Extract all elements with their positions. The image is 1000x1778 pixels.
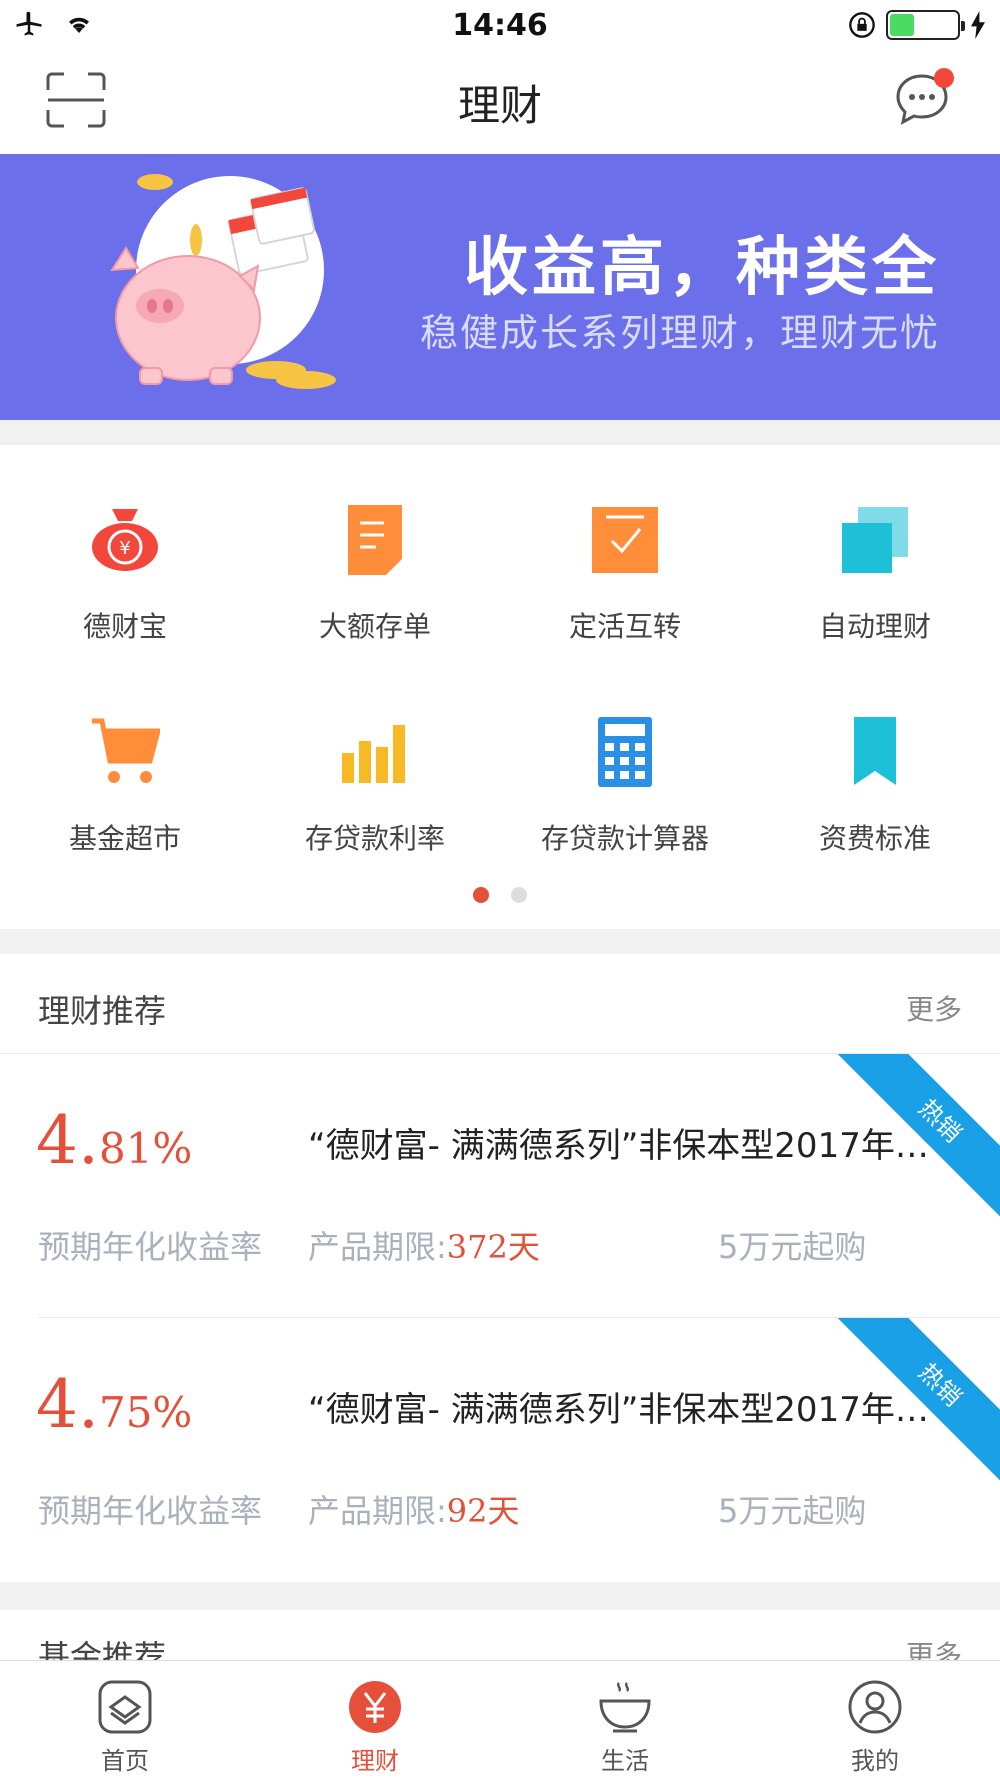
expected-rate: 4.75% xyxy=(36,1366,193,1443)
tab-bar: 首页 理财 生活 我的 xyxy=(0,1660,1000,1778)
grid-item-fee-standard[interactable]: 资费标准 xyxy=(750,717,1000,857)
calculator-icon xyxy=(598,717,652,787)
more-link[interactable]: 更多 xyxy=(906,988,962,1028)
page-title: 理财 xyxy=(457,81,542,130)
bookmark-icon xyxy=(854,717,896,785)
banner-title: 收益高，种类全 xyxy=(464,231,940,305)
yuan-icon xyxy=(349,1681,401,1733)
home-icon xyxy=(98,1680,152,1734)
section-header: 理财推荐 更多 xyxy=(0,954,1000,1054)
tab-label: 生活 xyxy=(601,1747,649,1775)
promo-banner[interactable]: 收益高，种类全 稳健成长系列理财，理财无忧 xyxy=(0,154,1000,420)
tab-life[interactable]: 生活 xyxy=(500,1661,750,1778)
product-card[interactable]: 4.75% “德财富- 满满德系列”非保本型2017年… 预期年化收益率 产品期… xyxy=(0,1318,1000,1582)
min-purchase: 5万元起购 xyxy=(718,1228,867,1266)
product-card[interactable]: 4.81% “德财富- 满满德系列”非保本型2017年… 预期年化收益率 产品期… xyxy=(0,1054,1000,1318)
tab-finance[interactable]: 理财 xyxy=(250,1661,500,1778)
product-name: “德财富- 满满德系列”非保本型2017年… xyxy=(308,1126,929,1166)
product-term: 产品期限:92天 xyxy=(308,1492,520,1530)
grid-item-decaibao[interactable]: ¥ 德财宝 xyxy=(0,505,250,645)
tab-label: 理财 xyxy=(351,1747,399,1775)
grid-item-auto-finance[interactable]: 自动理财 xyxy=(750,505,1000,645)
tab-mine[interactable]: 我的 xyxy=(750,1661,1000,1778)
rotation-lock-icon xyxy=(849,12,875,38)
grid-label: 自动理财 xyxy=(818,610,931,643)
grid-label: 德财宝 xyxy=(82,610,167,643)
expected-rate: 4.81% xyxy=(36,1102,193,1179)
rate-label: 预期年化收益率 xyxy=(38,1492,263,1530)
grid-label: 存贷款计算器 xyxy=(540,822,709,855)
unread-dot xyxy=(934,68,954,88)
grid-label: 基金超市 xyxy=(68,822,181,855)
stack-icon xyxy=(842,507,908,573)
user-icon xyxy=(848,1680,902,1734)
battery-icon xyxy=(886,10,965,40)
product-name: “德财富- 满满德系列”非保本型2017年… xyxy=(308,1390,929,1430)
tab-label: 我的 xyxy=(851,1747,899,1775)
grid-label: 定活互转 xyxy=(568,610,681,643)
bowl-icon xyxy=(599,1682,651,1733)
grid-item-calculator[interactable]: 存贷款计算器 xyxy=(500,717,750,857)
tab-label: 首页 xyxy=(101,1747,149,1775)
min-purchase: 5万元起购 xyxy=(718,1492,867,1530)
checkbox-icon xyxy=(592,507,658,573)
grid-item-large-deposit[interactable]: 大额存单 xyxy=(250,505,500,645)
product-term: 产品期限:372天 xyxy=(308,1228,540,1266)
nav-bar: 理财 xyxy=(0,50,1000,154)
charging-icon xyxy=(971,11,985,39)
recommend-section: 理财推荐 更多 4.81% “德财富- 满满德系列”非保本型2017年… 预期年… xyxy=(0,954,1000,1582)
grid-label: 存贷款利率 xyxy=(304,822,445,855)
function-grid: ¥ 德财宝 大额存单 定活互转 自动理财 基金超市 存贷款利率 存贷款计算器 资… xyxy=(0,445,1000,929)
bar-chart-icon xyxy=(342,725,405,783)
grid-label: 资费标准 xyxy=(818,822,931,855)
money-bag-icon: ¥ xyxy=(92,509,158,571)
svg-text:¥: ¥ xyxy=(119,538,130,559)
page-dot-2[interactable] xyxy=(511,887,527,903)
status-bar: 14:46 xyxy=(0,0,1000,50)
page-dot-1[interactable] xyxy=(473,887,489,903)
document-icon xyxy=(348,505,402,575)
banner-subtitle: 稳健成长系列理财，理财无忧 xyxy=(419,311,940,355)
message-button[interactable] xyxy=(894,68,954,128)
grid-item-rates[interactable]: 存贷款利率 xyxy=(250,717,500,857)
piggy-bank-illustration xyxy=(110,174,336,389)
page-indicator[interactable] xyxy=(0,887,1000,903)
cart-icon xyxy=(92,718,160,783)
section-title: 理财推荐 xyxy=(38,992,167,1030)
grid-item-transfer[interactable]: 定活互转 xyxy=(500,505,750,645)
tab-home[interactable]: 首页 xyxy=(0,1661,250,1778)
grid-label: 大额存单 xyxy=(318,610,431,643)
grid-item-fund-market[interactable]: 基金超市 xyxy=(0,717,250,857)
rate-label: 预期年化收益率 xyxy=(38,1228,263,1266)
